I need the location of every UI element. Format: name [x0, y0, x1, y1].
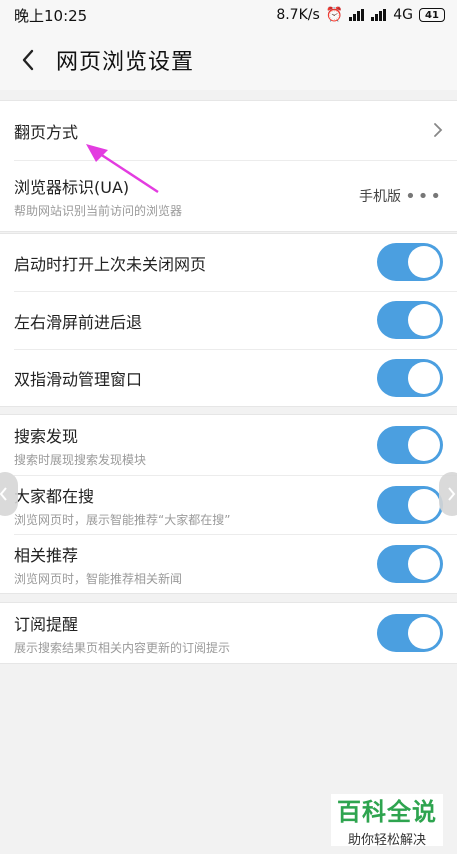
restore-tabs-toggle[interactable] [377, 243, 443, 281]
toggle-knob [408, 362, 440, 394]
page-turn-row[interactable]: 翻页方式 [0, 101, 457, 161]
status-bar: 晚上10:25 8.7K/s ⏰ 4G 41 [0, 0, 457, 30]
section-subscriptions: 订阅提醒 展示搜索结果页相关内容更新的订阅提示 [0, 602, 457, 664]
swipe-nav-row: 左右滑屏前进后退 [0, 292, 457, 349]
status-icons: 8.7K/s ⏰ 4G 41 [276, 7, 445, 23]
chevron-left-icon [0, 487, 7, 501]
network-speed: 8.7K/s [276, 7, 320, 23]
signal-icon [349, 9, 365, 21]
search-discover-toggle[interactable] [377, 426, 443, 464]
swipe-nav-toggle[interactable] [377, 301, 443, 339]
related-recommend-row: 相关推荐 浏览网页时，智能推荐相关新闻 [0, 535, 457, 593]
two-finger-toggle[interactable] [377, 359, 443, 397]
chevron-right-icon [448, 487, 456, 501]
alarm-icon: ⏰ [325, 7, 344, 23]
restore-tabs-row: 启动时打开上次未关闭网页 [0, 234, 457, 291]
page-title: 网页浏览设置 [56, 50, 195, 75]
chevron-left-icon [22, 49, 34, 71]
watermark-logo: 百科全说 助你轻松解决 [331, 794, 443, 848]
network-type: 4G [393, 7, 413, 23]
section-general: 翻页方式 浏览器标识(UA) 帮助网站识别当前访问的浏览器 手机版 ••• [0, 100, 457, 232]
left-edge-swipe-handle[interactable] [0, 472, 18, 516]
annotation-arrow-icon [86, 144, 159, 194]
section-gestures: 启动时打开上次未关闭网页 左右滑屏前进后退 双指滑动管理窗口 [0, 233, 457, 407]
page-header: 网页浏览设置 [0, 30, 457, 90]
toggle-knob [408, 548, 440, 580]
section-recommendations: 搜索发现 搜索时展现搜索发现模块 大家都在搜 浏览网页时，展示智能推荐“大家都在… [0, 414, 457, 594]
trending-search-row: 大家都在搜 浏览网页时，展示智能推荐“大家都在搜” [0, 476, 457, 534]
status-time: 晚上10:25 [14, 6, 88, 25]
battery-level: 41 [425, 9, 439, 21]
related-recommend-toggle[interactable] [377, 545, 443, 583]
watermark-title: 百科全说 [337, 798, 437, 826]
toggle-knob [408, 246, 440, 278]
toggle-knob [408, 429, 440, 461]
toggle-knob [408, 617, 440, 649]
watermark-subtitle: 助你轻松解决 [347, 833, 426, 848]
right-edge-swipe-handle[interactable] [439, 472, 457, 516]
chevron-right-icon [433, 119, 443, 143]
toggle-knob [408, 304, 440, 336]
back-button[interactable] [0, 48, 56, 72]
ua-row[interactable]: 浏览器标识(UA) 帮助网站识别当前访问的浏览器 手机版 ••• [0, 161, 457, 231]
more-icon[interactable]: ••• [405, 186, 443, 207]
subscription-reminder-row: 订阅提醒 展示搜索结果页相关内容更新的订阅提示 [0, 603, 457, 663]
two-finger-row: 双指滑动管理窗口 [0, 350, 457, 406]
toggle-knob [408, 489, 440, 521]
search-discover-row: 搜索发现 搜索时展现搜索发现模块 [0, 415, 457, 475]
subscription-reminder-toggle[interactable] [377, 614, 443, 652]
signal-icon [371, 9, 387, 21]
battery-icon: 41 [419, 8, 445, 22]
ua-value: 手机版 [359, 189, 401, 205]
trending-search-toggle[interactable] [377, 486, 443, 524]
